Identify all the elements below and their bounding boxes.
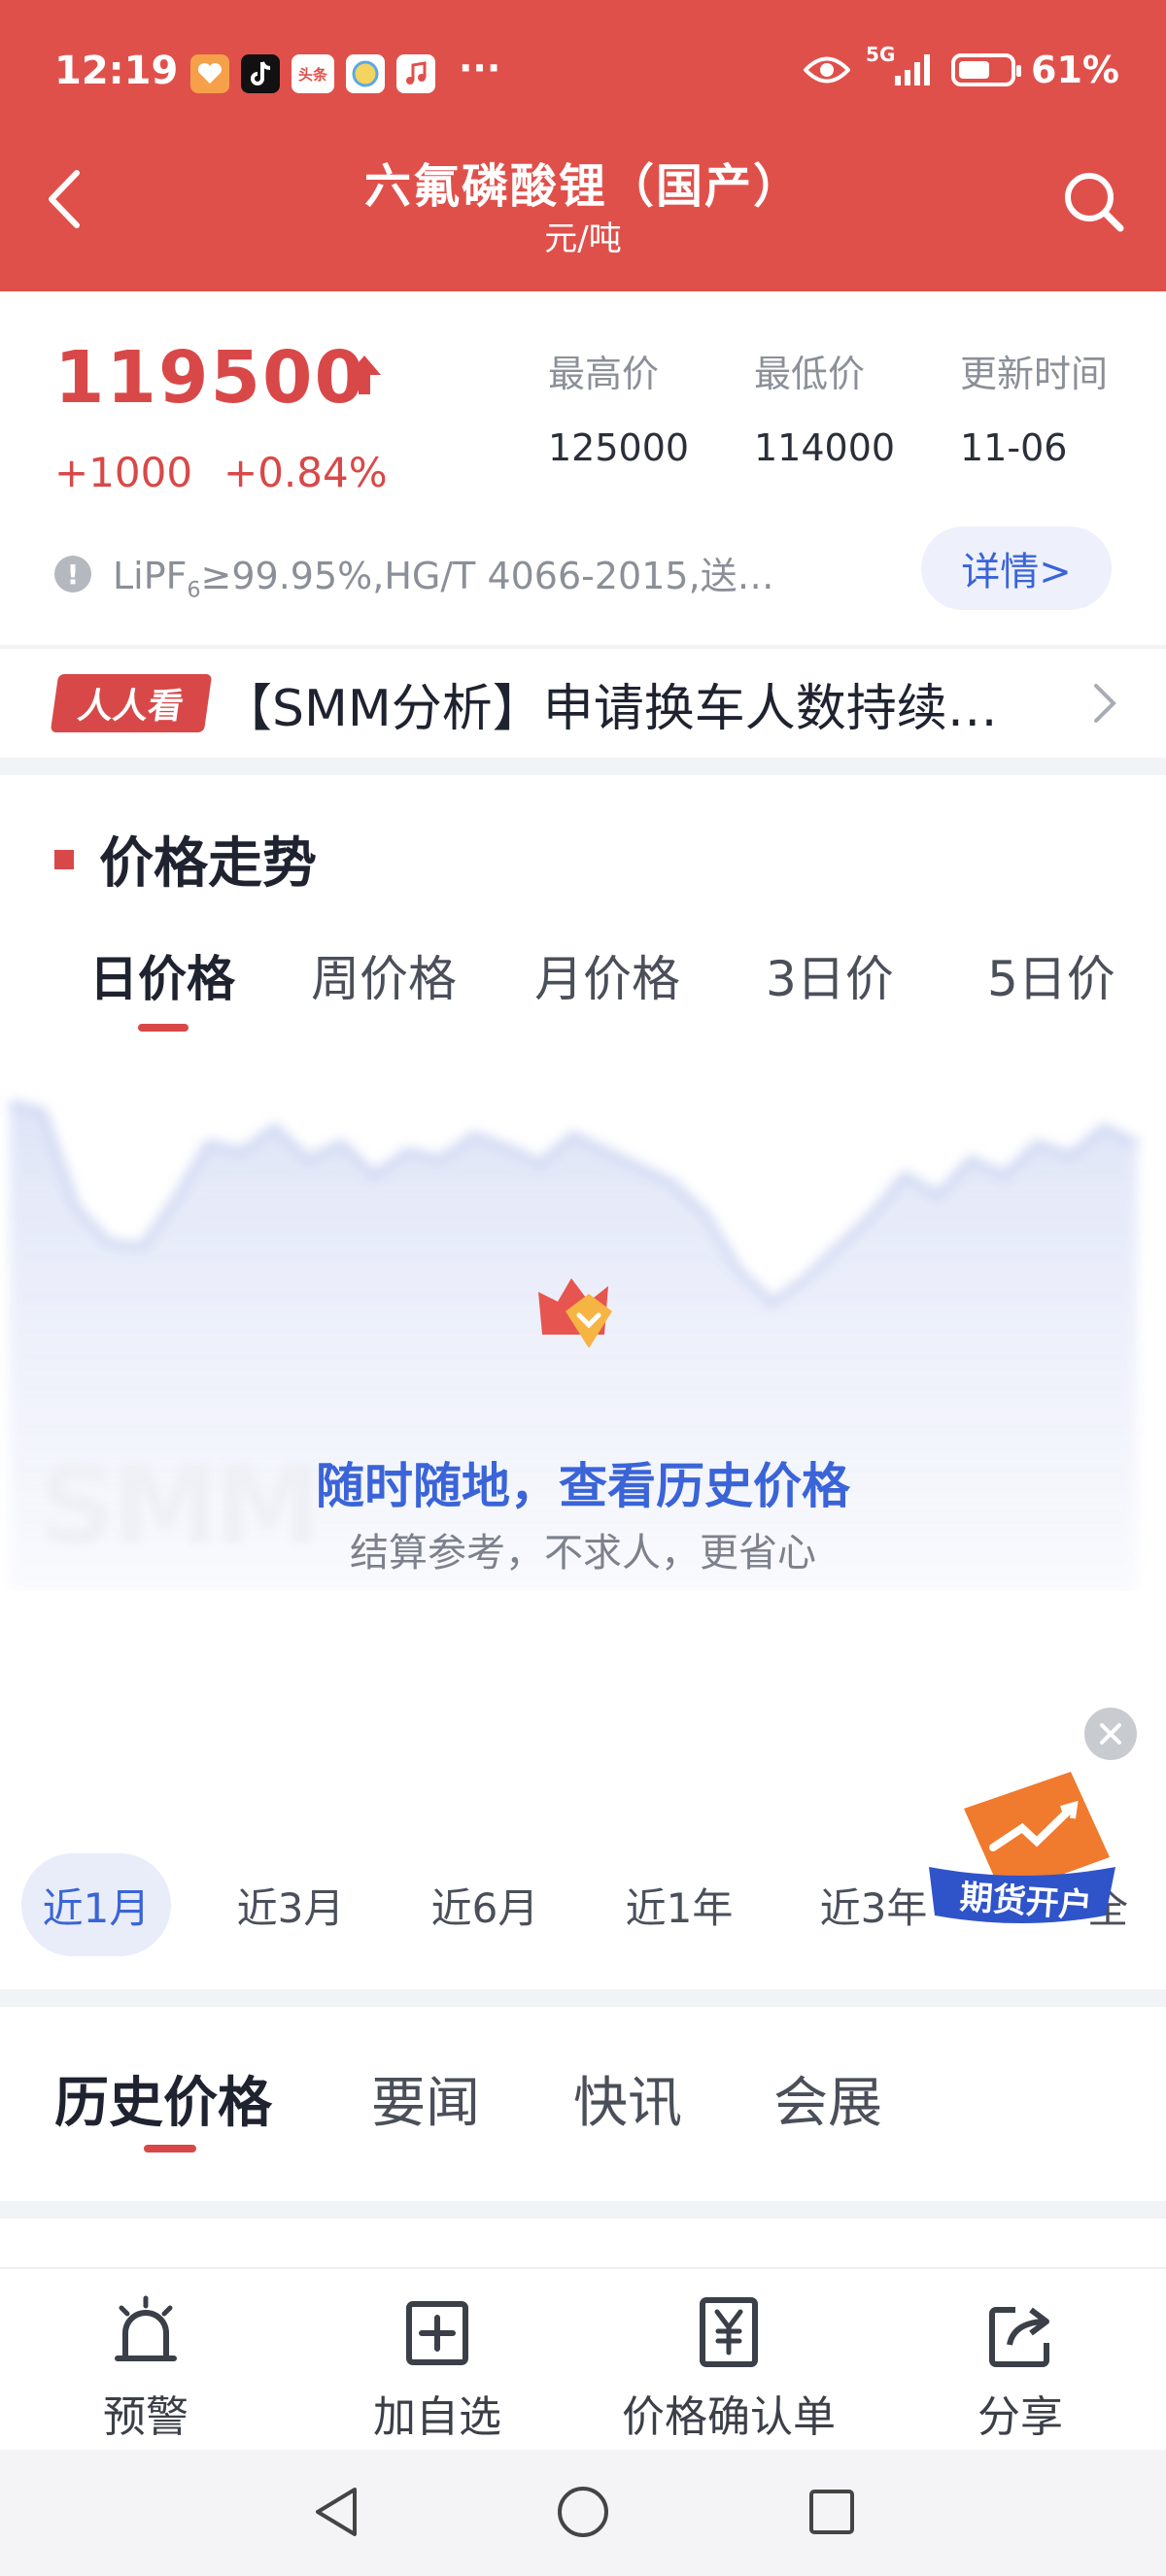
eye-icon xyxy=(804,56,851,84)
search-icon xyxy=(1065,173,1124,232)
stat-label: 更新时间 xyxy=(960,353,1109,395)
action-label: 分享 xyxy=(977,2392,1063,2442)
history-promo-title[interactable]: 随时随地，查看历史价格 xyxy=(0,1447,1166,1517)
section-header: 价格走势 xyxy=(54,820,317,898)
spec-text: LiPF6≥99.95%,HG/T 4066-2015,送… xyxy=(113,546,851,603)
details-button[interactable]: 详情> xyxy=(921,526,1112,610)
history-promo-subtitle: 结算参考，不求人，更省心 xyxy=(350,1531,816,1576)
info-icon: ! xyxy=(54,556,91,593)
section-mark xyxy=(54,849,74,869)
tab-indicator xyxy=(138,1024,189,1032)
square-recents-icon xyxy=(809,2490,854,2534)
alarm-icon xyxy=(29,2288,262,2368)
status-more: ··· xyxy=(459,47,501,89)
nav-back-button[interactable] xyxy=(307,2483,365,2541)
stat-update-time: 更新时间 11-06 xyxy=(960,344,1108,469)
news-headline: 【SMM分析】申请换车人数持续… xyxy=(222,679,998,738)
system-nav-bar xyxy=(0,2450,1166,2576)
bottom-action-bar: 预警 加自选 价格确认单 分享 xyxy=(0,2267,1166,2450)
price-receipt-icon xyxy=(612,2288,845,2368)
tab-key-news[interactable]: 要闻 xyxy=(371,2059,480,2138)
alert-button[interactable]: 预警 xyxy=(29,2288,262,2444)
heart-app-icon xyxy=(190,54,229,93)
close-icon xyxy=(1100,1723,1121,1745)
action-label: 预警 xyxy=(103,2392,189,2442)
tiktok-icon xyxy=(241,54,280,93)
add-favorite-button[interactable]: 加自选 xyxy=(321,2288,554,2444)
signal-icon: 5G xyxy=(866,43,936,89)
triangle-back-icon xyxy=(316,2488,357,2536)
spec-details: ≥99.95%,HG/T 4066-2015,送… xyxy=(200,555,774,597)
tab-daily-price[interactable]: 日价格 xyxy=(89,940,235,1010)
share-icon xyxy=(904,2288,1137,2368)
battery-percent: 61% xyxy=(1031,49,1119,91)
smm-logo-icon xyxy=(538,1278,612,1348)
section-title: 价格走势 xyxy=(99,832,317,896)
battery-icon xyxy=(951,53,1022,86)
spec-formula: LiPF xyxy=(113,555,188,597)
action-label: 加自选 xyxy=(373,2392,501,2442)
search-button[interactable] xyxy=(1055,163,1133,241)
status-time: 12:19 xyxy=(54,49,179,93)
stat-value: 114000 xyxy=(754,426,896,469)
app-screen: 12:19 头条 ··· 5G 61% 六氟磷酸锂（国产） 元/吨 119500… xyxy=(0,0,1166,2576)
stat-high: 最高价 125000 xyxy=(548,344,689,469)
tab-weekly-price[interactable]: 周价格 xyxy=(311,940,457,1010)
action-label: 价格确认单 xyxy=(622,2392,836,2442)
battery-fill xyxy=(959,61,990,79)
add-favorite-icon xyxy=(321,2288,554,2368)
header-bar: 12:19 头条 ··· 5G 61% 六氟磷酸锂（国产） 元/吨 xyxy=(0,0,1166,291)
tab-history-price[interactable]: 历史价格 xyxy=(54,2059,272,2138)
tab-monthly-price[interactable]: 月价格 xyxy=(534,940,680,1010)
status-right: 5G 61% xyxy=(804,43,1119,91)
nav-home-button[interactable] xyxy=(554,2483,612,2541)
chevron-right-icon xyxy=(1094,684,1116,723)
pill-app-icon xyxy=(346,54,385,93)
stat-label: 最高价 xyxy=(548,353,660,395)
status-bar: 12:19 头条 ··· 5G 61% xyxy=(0,39,1166,107)
range-6-months[interactable]: 近6月 xyxy=(410,1853,560,1956)
price-change-percent: +0.84% xyxy=(223,449,388,496)
price-change: +1000 xyxy=(54,449,193,496)
stat-label: 最低价 xyxy=(754,353,866,395)
tab-indicator xyxy=(144,2145,196,2152)
content-tabs: 历史价格 要闻 快讯 会展 xyxy=(0,2007,1166,2201)
stat-low: 最低价 114000 xyxy=(754,344,895,469)
share-button[interactable]: 分享 xyxy=(904,2288,1137,2444)
page-title: 六氟磷酸锂（国产） xyxy=(363,159,802,214)
period-tabs: 日价格 周价格 月价格 3日价 5日价 xyxy=(0,940,1166,1047)
futures-account-badge[interactable]: 期货开户 xyxy=(925,1770,1119,1935)
news-ticker[interactable]: 人人看 【SMM分析】申请换车人数持续… xyxy=(0,649,1166,758)
range-1-month[interactable]: 近1月 xyxy=(21,1853,171,1956)
range-3-months[interactable]: 近3月 xyxy=(216,1853,365,1956)
spec-row: ! LiPF6≥99.95%,HG/T 4066-2015,送… xyxy=(54,546,851,603)
tab-exhibitions[interactable]: 会展 xyxy=(773,2059,882,2138)
status-app-icons: 头条 xyxy=(190,54,435,93)
price-confirmation-button[interactable]: 价格确认单 xyxy=(612,2288,845,2444)
history-list xyxy=(0,2219,1166,2267)
stat-value: 125000 xyxy=(548,426,690,469)
divider xyxy=(0,2201,1166,2219)
spec-formula-subscript: 6 xyxy=(187,578,201,603)
circle-home-icon xyxy=(558,2487,608,2537)
music-icon xyxy=(396,54,435,93)
toutiao-icon: 头条 xyxy=(292,54,334,93)
tab-flash-news[interactable]: 快讯 xyxy=(573,2059,682,2138)
tab-5day-price[interactable]: 5日价 xyxy=(987,940,1115,1010)
price-summary-panel: 119500 +1000 +0.84% 最高价 125000 最低价 11400… xyxy=(0,291,1166,645)
stat-value: 11-06 xyxy=(960,426,1068,469)
tab-3day-price[interactable]: 3日价 xyxy=(766,940,894,1010)
close-promo-button[interactable] xyxy=(1084,1708,1137,1760)
nav-recents-button[interactable] xyxy=(803,2483,861,2541)
price-unit: 元/吨 xyxy=(544,220,622,258)
current-price: 119500 xyxy=(54,336,366,420)
news-badge: 人人看 xyxy=(50,674,213,732)
toutiao-label: 头条 xyxy=(297,65,327,84)
range-1-year[interactable]: 近1年 xyxy=(604,1853,754,1956)
arrow-up-icon xyxy=(348,356,381,394)
